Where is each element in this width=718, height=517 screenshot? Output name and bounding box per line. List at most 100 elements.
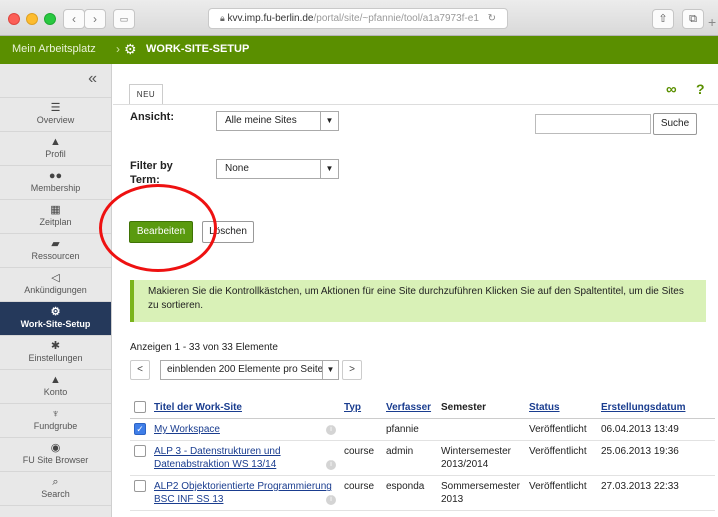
table-row: ALP2 Objektorientierte Programmierung BS… xyxy=(130,475,715,511)
sidebar-item-label: Profil xyxy=(45,149,66,159)
search-button[interactable]: Suche xyxy=(653,113,697,135)
reload-icon[interactable]: ↻ xyxy=(488,13,496,24)
cogs-icon: ⚙ xyxy=(124,41,137,57)
semester-header: Semester xyxy=(441,401,487,413)
sidebar-item-label: Fundgrube xyxy=(33,421,78,431)
close-window-button[interactable] xyxy=(8,13,20,25)
sidebar-item-fundgrube[interactable]: ♆ Fundgrube xyxy=(0,404,111,438)
zoom-window-button[interactable] xyxy=(44,13,56,25)
delete-button[interactable]: Löschen xyxy=(202,221,254,243)
sites-table: Titel der Work-Site Typ Verfasser Semest… xyxy=(130,396,715,511)
info-icon[interactable]: i xyxy=(326,460,336,470)
link-icon[interactable]: ∞ xyxy=(666,81,677,98)
page-size-select[interactable]: einblenden 200 Elemente pro Seite ▼ xyxy=(160,360,339,380)
row-checkbox[interactable]: ✓ xyxy=(134,423,146,436)
site-author: admin xyxy=(382,440,437,476)
edit-button[interactable]: Bearbeiten xyxy=(129,221,193,243)
globe-icon: ◉ xyxy=(50,442,61,454)
sidebar-item-label: Ankündigungen xyxy=(24,285,87,295)
previous-page-button[interactable]: < xyxy=(130,360,150,380)
sort-type-link[interactable]: Typ xyxy=(344,402,361,413)
site-semester: Wintersemester 2013/2014 xyxy=(437,440,525,476)
site-semester xyxy=(437,418,525,441)
sort-title-link[interactable]: Titel der Work-Site xyxy=(154,402,242,413)
site-title-link[interactable]: ALP2 Objektorientierte Programmierung BS… xyxy=(154,481,332,505)
sidebar-item-profil[interactable]: ▲ Profil xyxy=(0,132,111,166)
browser-toolbar: ‹ › ▭ 🔒︎ kvv.imp.fu-berlin.de/portal/sit… xyxy=(0,0,718,36)
sidebar-item-ressourcen[interactable]: ▰ Ressourcen xyxy=(0,234,111,268)
item-count: Anzeigen 1 - 33 von 33 Elemente xyxy=(130,342,278,353)
site-semester: Sommersemester 2013 xyxy=(437,475,525,511)
sidebar-item-fu-site-browser[interactable]: ◉ FU Site Browser xyxy=(0,438,111,472)
next-page-button[interactable]: > xyxy=(342,360,362,380)
search-icon: ⌕ xyxy=(52,476,59,488)
breadcrumb-chevron-icon: › xyxy=(116,42,120,56)
sidebar-item-ankuendigungen[interactable]: ◁ Ankündigungen xyxy=(0,268,111,302)
tool-title: WORK-SITE-SETUP xyxy=(146,43,250,55)
chevron-down-icon: ▼ xyxy=(320,112,338,130)
sidebar-item-label: Overview xyxy=(36,115,75,125)
sidebar-item-work-site-setup[interactable]: ⚙ Work-Site-Setup xyxy=(0,302,111,336)
site-type xyxy=(340,418,382,441)
sidebar-toggle-icon[interactable]: ▭ xyxy=(113,9,135,29)
sidebar-item-search[interactable]: ⌕ Search xyxy=(0,472,111,506)
chevron-down-icon: ▼ xyxy=(320,160,338,178)
share-icon[interactable]: ⇧ xyxy=(652,9,674,29)
sidebar-item-membership[interactable]: ●● Membership xyxy=(0,166,111,200)
gear-icon: ✱ xyxy=(50,340,61,352)
table-row: ✓ My Workspace i pfannie Veröffentlicht 0… xyxy=(130,418,715,441)
info-icon[interactable]: i xyxy=(326,495,336,505)
tab-neu[interactable]: NEU xyxy=(129,84,163,104)
new-tab-icon[interactable]: + xyxy=(708,14,716,30)
back-button[interactable]: ‹ xyxy=(63,9,85,29)
site-status: Veröffentlicht xyxy=(525,475,597,511)
megaphone-icon: ◁ xyxy=(51,272,60,284)
sort-author-link[interactable]: Verfasser xyxy=(386,402,431,413)
tabs-icon[interactable]: ⧉ xyxy=(682,9,704,29)
url-path: /portal/site/~pfannie/tool/a1a7973f-e1 xyxy=(313,13,479,24)
sidebar-item-label: FU Site Browser xyxy=(22,455,89,465)
calendar-icon: ▦ xyxy=(50,204,61,216)
group-icon: ●● xyxy=(48,170,63,182)
sidebar-item-zeitplan[interactable]: ▦ Zeitplan xyxy=(0,200,111,234)
sidebar-item-label: Membership xyxy=(30,183,81,193)
user-icon: ▲ xyxy=(50,374,61,386)
sidebar-item-label: Ressourcen xyxy=(31,251,80,261)
filter-term-select[interactable]: None ▼ xyxy=(216,159,339,179)
filter-label: Filter by Term: xyxy=(130,160,173,186)
sidebar-item-overview[interactable]: ☰ Overview xyxy=(0,98,111,132)
cogs-icon: ⚙ xyxy=(50,306,61,318)
page-size-value: einblenden 200 Elemente pro Seite xyxy=(167,364,324,375)
site-author: pfannie xyxy=(382,418,437,441)
tool-sidebar: « ☰ Overview ▲ Profil ●● Membership ▦ Ze… xyxy=(0,64,112,517)
site-title-link[interactable]: My Workspace xyxy=(154,424,220,435)
row-checkbox[interactable] xyxy=(134,445,146,458)
sidebar-item-konto[interactable]: ▲ Konto xyxy=(0,370,111,404)
minimize-window-button[interactable] xyxy=(26,13,38,25)
select-all-checkbox[interactable] xyxy=(134,401,146,413)
collapse-sidebar-button[interactable]: « xyxy=(0,64,111,98)
table-row: ALP 3 - Datenstrukturen und Datenabstrak… xyxy=(130,440,715,476)
tab-divider xyxy=(113,104,718,105)
forward-button[interactable]: › xyxy=(84,9,106,29)
sort-status-link[interactable]: Status xyxy=(529,402,560,413)
site-date: 06.04.2013 13:49 xyxy=(597,418,715,441)
filter-select-value: None xyxy=(225,163,249,174)
help-icon[interactable]: ? xyxy=(696,81,705,97)
ansicht-select[interactable]: Alle meine Sites ▼ xyxy=(216,111,339,131)
home-link[interactable]: Mein Arbeitsplatz xyxy=(12,43,96,55)
ansicht-select-value: Alle meine Sites xyxy=(225,115,297,126)
row-checkbox[interactable] xyxy=(134,480,146,493)
sidebar-item-einstellungen[interactable]: ✱ Einstellungen xyxy=(0,336,111,370)
portal-header: Mein Arbeitsplatz › ⚙ WORK-SITE-SETUP xyxy=(0,36,718,64)
site-type: course xyxy=(340,475,382,511)
site-date: 25.06.2013 19:36 xyxy=(597,440,715,476)
sort-date-link[interactable]: Erstellungsdatum xyxy=(601,402,685,413)
site-title-link[interactable]: ALP 3 - Datenstrukturen und Datenabstrak… xyxy=(154,446,281,470)
site-author: esponda xyxy=(382,475,437,511)
info-icon[interactable]: i xyxy=(326,425,336,435)
address-bar[interactable]: 🔒︎ kvv.imp.fu-berlin.de/portal/site/~pfa… xyxy=(208,8,508,29)
list-icon: ☰ xyxy=(50,102,61,114)
table-header-row: Titel der Work-Site Typ Verfasser Semest… xyxy=(130,396,715,419)
search-input[interactable] xyxy=(535,114,651,134)
